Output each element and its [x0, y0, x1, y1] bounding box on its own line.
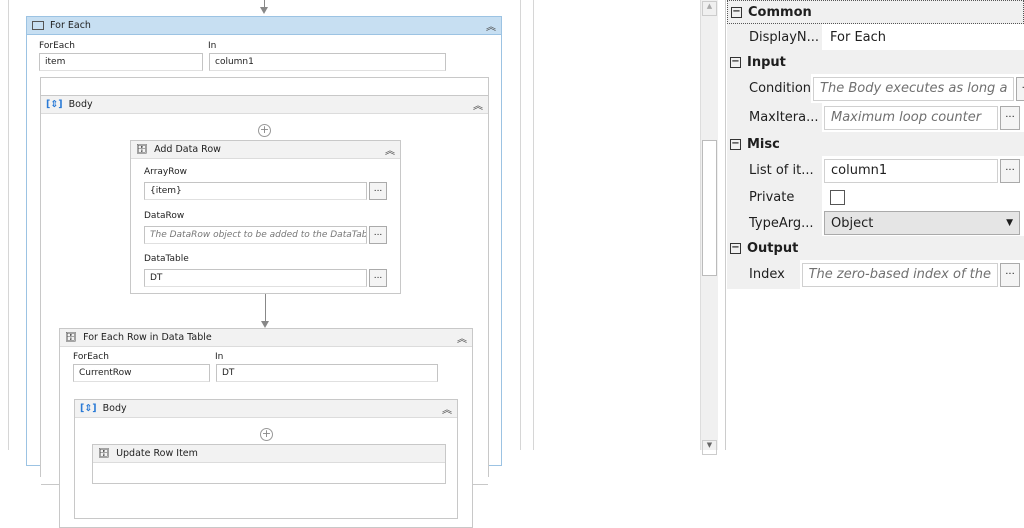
type-argument-dropdown[interactable]: Object ▼: [824, 211, 1020, 235]
flow-arrow: [260, 0, 268, 14]
add-activity-icon[interactable]: +: [260, 428, 273, 441]
property-label: MaxItera...: [749, 110, 819, 125]
inner-body-sequence[interactable]: [⇕] Body ︽ + 🗄 Update Row Item: [74, 399, 458, 519]
canvas-guide: [520, 0, 521, 450]
for-each-header[interactable]: For Each ︽: [27, 17, 501, 35]
add-data-row-activity[interactable]: 🗄 Add Data Row ︽ ArrayRow {item} ... Dat…: [130, 140, 401, 294]
for-each-title: For Each: [50, 20, 91, 31]
collapse-icon[interactable]: ︽: [486, 18, 496, 33]
collapse-icon[interactable]: ︽: [385, 142, 395, 157]
inner-body-title: Body: [102, 403, 127, 414]
inner-body-header[interactable]: [⇕] Body ︽: [75, 400, 457, 418]
foreach-label: ForEach: [73, 352, 109, 362]
foreach-input[interactable]: item: [39, 53, 203, 71]
property-type-argument[interactable]: TypeArg... Object ▼: [727, 210, 1024, 236]
canvas-guide: [533, 0, 534, 450]
property-grid: − Common DisplayN... For Each − Input Condi…: [727, 0, 1024, 289]
property-index[interactable]: Index The zero-based index of the...: [727, 260, 1024, 289]
category-output[interactable]: − Output: [727, 236, 1024, 260]
max-iterations-input[interactable]: Maximum loop counter: [824, 105, 998, 130]
datatable-input[interactable]: DT: [144, 269, 367, 287]
private-checkbox[interactable]: [830, 190, 845, 205]
list-of-items-input[interactable]: column1: [824, 158, 998, 183]
database-icon: 🗄: [65, 332, 78, 343]
collapse-icon[interactable]: −: [730, 56, 741, 68]
index-input[interactable]: The zero-based index of the: [801, 262, 998, 287]
for-each-activity[interactable]: For Each ︽ ForEach item In column1 [⇕] B…: [26, 16, 502, 528]
in-label: In: [208, 41, 217, 51]
property-list-of-items[interactable]: List of it... column1...: [727, 156, 1024, 185]
arrayrow-browse-button[interactable]: ...: [369, 182, 387, 200]
property-label: Index: [749, 267, 785, 282]
body-sequence[interactable]: [⇕] Body ︽ + 🗄 Add Data Row ︽ ArrayRow {…: [41, 95, 488, 528]
max-iterations-browse-button[interactable]: ...: [1000, 105, 1020, 130]
in-input[interactable]: DT: [216, 364, 438, 382]
datarow-input[interactable]: The DataRow object to be added to the Da…: [144, 226, 367, 244]
pane-divider: [725, 0, 726, 450]
scroll-thumb[interactable]: [702, 140, 717, 276]
body-title: Body: [68, 99, 93, 110]
in-label: In: [215, 352, 224, 362]
datatable-label: DataTable: [144, 254, 189, 264]
arrayrow-input[interactable]: {item}: [144, 182, 367, 200]
sequence-icon: [⇕]: [80, 403, 97, 414]
category-label: Output: [747, 240, 799, 256]
update-row-item-activity[interactable]: 🗄 Update Row Item: [92, 444, 446, 484]
collapse-icon[interactable]: ︽: [457, 330, 467, 345]
property-label: DisplayN...: [749, 29, 820, 45]
scroll-down-button[interactable]: ▼: [702, 440, 717, 455]
collapse-icon[interactable]: −: [730, 138, 741, 150]
list-of-items-browse-button[interactable]: ...: [1000, 158, 1020, 183]
category-common[interactable]: − Common: [727, 0, 1024, 24]
for-each-row-activity[interactable]: 🗄 For Each Row in Data Table ︽ ForEach C…: [59, 328, 473, 528]
database-icon: 🗄: [136, 144, 149, 155]
for-each-icon: [32, 21, 44, 30]
datarow-label: DataRow: [144, 211, 185, 221]
flow-arrow: [261, 294, 269, 328]
vertical-scrollbar[interactable]: ▲ ▼: [700, 0, 718, 455]
add-data-row-header[interactable]: 🗄 Add Data Row ︽: [131, 141, 400, 159]
category-input[interactable]: − Input: [727, 50, 1024, 74]
category-label: Common: [748, 4, 812, 20]
condition-browse-button[interactable]: ...: [1016, 76, 1024, 101]
for-each-row-title: For Each Row in Data Table: [83, 332, 212, 343]
property-label: List of it...: [749, 163, 814, 178]
collapse-icon[interactable]: ︽: [442, 401, 452, 416]
category-label: Input: [747, 54, 786, 70]
chevron-down-icon: ▼: [1006, 218, 1013, 228]
property-label: Condition: [749, 81, 812, 96]
condition-input[interactable]: The Body executes as long a: [813, 76, 1015, 101]
index-browse-button[interactable]: ...: [1000, 262, 1020, 287]
for-each-row-header[interactable]: 🗄 For Each Row in Data Table ︽: [60, 329, 472, 347]
collapse-icon[interactable]: −: [730, 242, 741, 254]
property-condition[interactable]: ConditionThe Body executes as long a...: [727, 74, 1024, 103]
foreach-label: ForEach: [39, 41, 75, 51]
property-private[interactable]: Private: [727, 185, 1024, 210]
collapse-icon[interactable]: −: [731, 6, 742, 18]
collapse-icon[interactable]: ︽: [473, 97, 483, 112]
datatable-browse-button[interactable]: ...: [369, 269, 387, 287]
category-label: Misc: [747, 136, 780, 152]
arrayrow-label: ArrayRow: [144, 167, 187, 177]
property-label: Private: [749, 190, 795, 205]
body-container: [⇕] Body ︽ + 🗄 Add Data Row ︽ ArrayRow {…: [40, 77, 489, 528]
display-name-value[interactable]: For Each: [822, 24, 1024, 50]
sequence-icon: [⇕]: [46, 99, 63, 110]
foreach-input[interactable]: CurrentRow: [73, 364, 210, 382]
scroll-up-button[interactable]: ▲: [702, 1, 717, 16]
add-activity-icon[interactable]: +: [258, 124, 271, 137]
update-row-item-header[interactable]: 🗄 Update Row Item: [93, 445, 445, 463]
type-argument-value: Object: [831, 215, 874, 231]
property-max-iterations[interactable]: MaxItera... Maximum loop counter...: [727, 103, 1024, 132]
body-header[interactable]: [⇕] Body ︽: [41, 96, 488, 114]
datarow-browse-button[interactable]: ...: [369, 226, 387, 244]
canvas-guide: [8, 0, 9, 450]
property-label: TypeArg...: [749, 215, 814, 231]
in-input[interactable]: column1: [209, 53, 446, 71]
add-data-row-title: Add Data Row: [154, 144, 221, 155]
category-misc[interactable]: − Misc: [727, 132, 1024, 156]
property-display-name[interactable]: DisplayN... For Each: [727, 24, 1024, 50]
